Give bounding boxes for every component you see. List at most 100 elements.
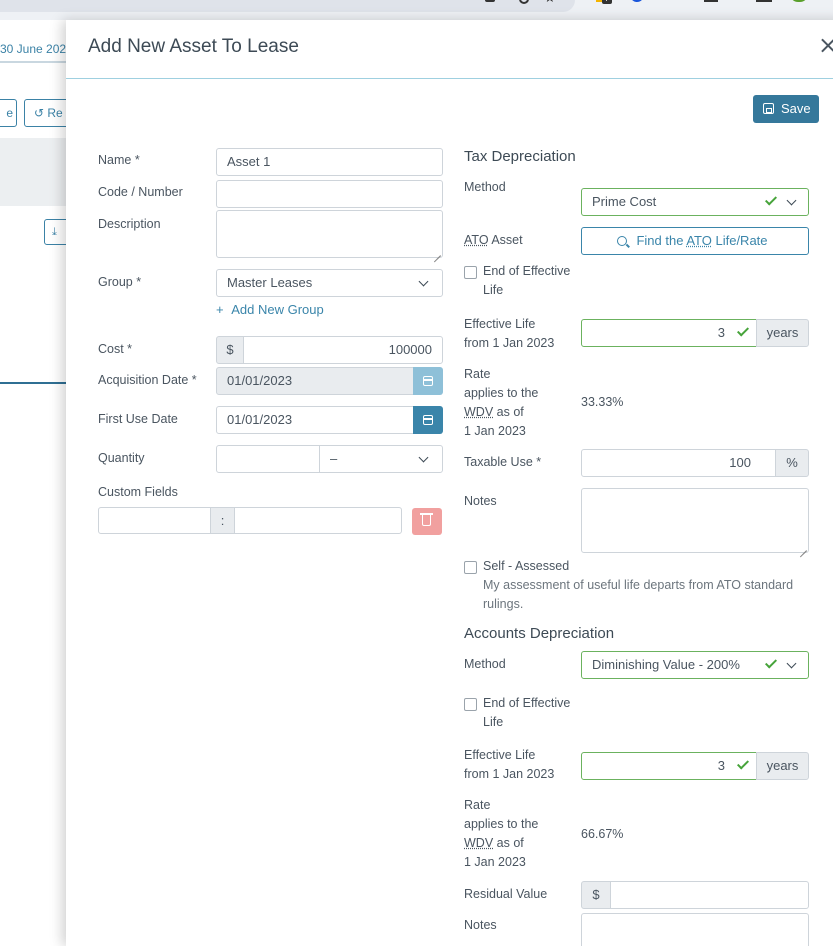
check-icon [736,757,750,770]
quantity-input[interactable] [216,445,320,473]
acquisition-calendar-button [413,367,443,395]
add-new-group-label: Add New Group [231,302,324,317]
modal-title: Add New Asset To Lease [88,36,299,57]
extension-blue-icon[interactable] [630,0,646,8]
tax-years-addon: years [756,319,809,347]
tax-end-of-effective-life-checkbox[interactable] [464,266,477,279]
accounts-method-select[interactable]: Diminishing Value - 200% [581,651,809,679]
group-select[interactable]: Master Leases [216,269,443,297]
add-new-group-link[interactable]: + Add New Group [216,302,324,317]
cost-label: Cost * [98,342,133,356]
chevron-down-icon [418,452,429,463]
chevron-down-icon [786,658,797,669]
plus-icon: + [216,302,228,317]
taxable-use-input[interactable]: 100 [581,449,776,477]
cast-icon[interactable] [483,0,499,8]
cost-input[interactable]: 100000 [243,336,443,364]
accounts-rate-label: Rate applies to the WDV as of 1 Jan 2023 [464,798,539,869]
background-button[interactable]: e [0,99,17,127]
tax-rate-value: 33.33% [581,395,624,409]
save-icon [763,103,774,114]
group-label: Group * [98,275,142,289]
close-icon[interactable] [816,35,833,59]
accounts-effective-life-label: Effective Life from 1 Jan 2023 [464,748,555,781]
tax-rate-label: Rate applies to the WDV as of 1 Jan 2023 [464,367,539,438]
self-assessed-description: My assessment of useful life departs fro… [483,578,794,611]
accounts-rate-value: 66.67% [581,827,624,841]
find-ato-life-rate-button[interactable]: Find the ATO Life/Rate [581,227,809,255]
residual-value-label: Residual Value [464,887,548,901]
tax-notes-textarea[interactable] [581,488,809,553]
add-asset-modal: Add New Asset To Lease Save Name * Asset… [66,20,833,946]
tax-effective-life-value: 3 [717,325,725,340]
quantity-label: Quantity [98,451,145,465]
browser-toolbar: ★ [0,0,833,20]
custom-field-key-input[interactable] [98,507,211,534]
group-select-value: Master Leases [227,275,313,290]
description-textarea[interactable] [216,210,443,258]
accounts-end-of-effective-life-checkbox[interactable] [464,698,477,711]
tax-method-label: Method [464,180,506,194]
accounts-notes-textarea[interactable] [581,913,809,946]
extension-badge-icon[interactable] [596,0,612,8]
name-label: Name * [98,153,140,167]
save-label: Save [781,101,811,116]
residual-value-input[interactable] [610,881,809,909]
chevron-down-icon [786,195,797,206]
window-icon[interactable] [756,0,772,8]
accounts-method-value: Diminishing Value - 200% [592,657,740,672]
acquisition-date-label: Acquisition Date * [98,373,197,387]
tab-underline [0,382,70,384]
accounts-end-of-effective-life-label: End of Effective Life [483,696,571,729]
delete-custom-field-button[interactable] [412,508,442,535]
percent-addon: % [775,449,809,477]
custom-fields-label: Custom Fields [98,485,178,499]
modal-header: Add New Asset To Lease [66,20,833,79]
resize-handle-icon[interactable] [434,249,441,256]
calendar-icon [423,376,433,386]
acquisition-date-input: 01/01/2023 [216,367,414,395]
chevron-down-icon [418,276,429,287]
profile-avatar-icon[interactable] [790,0,808,8]
accounts-effective-life-input[interactable]: 3 [581,752,758,780]
check-icon [764,193,778,206]
calendar-icon [423,415,433,425]
divider [0,62,70,63]
code-label: Code / Number [98,185,183,199]
self-assessed-checkbox[interactable] [464,561,477,574]
tax-method-select[interactable]: Prime Cost [581,188,809,216]
extension-box-icon[interactable] [702,0,718,8]
code-input[interactable] [216,180,443,208]
taxable-use-label: Taxable Use * [464,455,542,469]
background-panel [0,138,70,206]
refresh-icon: ↺ [34,106,48,120]
period-date[interactable]: 30 June 202 [0,38,70,62]
first-use-calendar-button[interactable] [413,406,443,434]
search-icon [617,236,627,246]
resize-handle-icon[interactable] [800,544,807,551]
first-use-date-input[interactable]: 01/01/2023 [216,406,414,434]
check-icon [736,324,750,337]
tax-effective-life-label: Effective Life from 1 Jan 2023 [464,317,555,350]
ato-asset-label: ATO Asset [464,233,523,247]
custom-field-value-input[interactable] [234,507,402,534]
accounts-method-label: Method [464,657,506,671]
name-input[interactable]: Asset 1 [216,148,443,176]
residual-currency-addon: $ [581,881,611,909]
accounts-effective-life-value: 3 [717,758,725,773]
accounts-notes-label: Notes [464,918,497,932]
accounts-depreciation-title: Accounts Depreciation [464,625,615,642]
quantity-unit-value: – [330,451,338,466]
tax-effective-life-input[interactable]: 3 [581,319,758,347]
description-label: Description [98,217,161,231]
trash-icon [420,513,433,526]
star-icon[interactable]: ★ [544,0,560,8]
save-button[interactable]: Save [753,95,819,123]
tax-depreciation-title: Tax Depreciation [464,148,576,165]
self-assessed-label: Self - Assessed [483,559,570,573]
refresh-label: Re [47,106,63,120]
extension-purple-icon[interactable] [668,0,684,8]
zoom-icon[interactable] [516,0,532,8]
quantity-unit-select[interactable]: – [319,445,443,473]
tax-method-value: Prime Cost [592,194,657,209]
